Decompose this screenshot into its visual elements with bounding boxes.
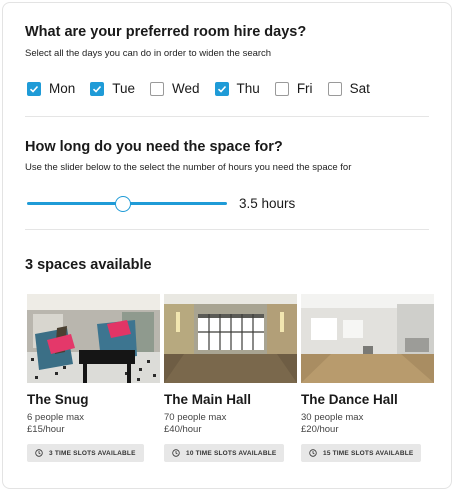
checkbox-thu[interactable] bbox=[214, 81, 229, 96]
space-capacity: 70 people max bbox=[164, 412, 227, 423]
duration-hint-wrap: Use the slider below to the select the n… bbox=[25, 162, 429, 173]
checkbox-mon[interactable] bbox=[27, 81, 41, 96]
results-title: 3 spaces available bbox=[25, 257, 152, 273]
hours-slider[interactable] bbox=[27, 196, 227, 212]
day-label-mon: Mon bbox=[49, 81, 76, 96]
day-label-thu: Thu bbox=[236, 81, 260, 96]
day-label-tue: Tue bbox=[112, 81, 136, 96]
day-option-thu[interactable]: Thu bbox=[214, 81, 260, 96]
slider-thumb[interactable] bbox=[115, 196, 131, 212]
days-title: What are your preferred room hire days? bbox=[25, 24, 307, 40]
slider-value-label: 3.5 hours bbox=[239, 196, 296, 211]
space-photo-snug[interactable] bbox=[27, 294, 160, 383]
days-section: What are your preferred room hire days? bbox=[25, 24, 429, 40]
space-name[interactable]: The Main Hall bbox=[164, 392, 297, 407]
checkbox-fri[interactable] bbox=[274, 81, 289, 96]
duration-hint: Use the slider below to the select the n… bbox=[25, 162, 352, 173]
checkbox-sat[interactable] bbox=[327, 81, 342, 96]
check-icon bbox=[29, 85, 39, 93]
time-slots-button[interactable]: 10 TIME SLOTS AVAILABLE bbox=[164, 444, 285, 462]
space-photo-dance-hall[interactable] bbox=[301, 294, 434, 383]
space-capacity: 30 people max bbox=[301, 412, 364, 423]
space-name[interactable]: The Dance Hall bbox=[301, 392, 434, 407]
results-header: 3 spaces available bbox=[25, 257, 429, 273]
day-option-sat[interactable]: Sat bbox=[327, 81, 370, 96]
checkbox-tue[interactable] bbox=[90, 81, 105, 96]
clock-icon bbox=[172, 449, 180, 457]
space-card-dance-hall[interactable]: The Dance Hall 30 people max £20/hour 15… bbox=[301, 294, 434, 462]
days-hint-wrap: Select all the days you can do in order … bbox=[25, 48, 429, 59]
day-label-wed: Wed bbox=[172, 81, 200, 96]
days-hint: Select all the days you can do in order … bbox=[25, 48, 272, 59]
check-icon bbox=[217, 85, 226, 93]
space-price: £15/hour bbox=[27, 424, 65, 435]
section-divider bbox=[25, 116, 429, 117]
space-card-main-hall[interactable]: The Main Hall 70 people max £40/hour 10 … bbox=[164, 294, 297, 462]
day-option-wed[interactable]: Wed bbox=[150, 81, 200, 96]
space-price: £40/hour bbox=[164, 424, 202, 435]
time-slots-button[interactable]: 15 TIME SLOTS AVAILABLE bbox=[301, 444, 422, 462]
space-capacity: 6 people max bbox=[27, 412, 85, 423]
space-photo-main-hall[interactable] bbox=[164, 294, 297, 383]
check-icon bbox=[93, 85, 102, 93]
checkbox-wed[interactable] bbox=[150, 81, 165, 96]
space-price: £20/hour bbox=[301, 424, 339, 435]
time-slots-label: 15 TIME SLOTS AVAILABLE bbox=[323, 449, 414, 457]
clock-icon bbox=[309, 449, 317, 457]
clock-icon bbox=[35, 449, 43, 457]
duration-section: How long do you need the space for? bbox=[25, 139, 429, 155]
search-card: What are your preferred room hire days? … bbox=[2, 2, 452, 489]
day-checkbox-group: Mon Tue Wed Thu Fri Sat bbox=[27, 81, 385, 96]
time-slots-button[interactable]: 3 TIME SLOTS AVAILABLE bbox=[27, 444, 144, 462]
spaces-list: The Snug 6 people max £15/hour 3 TIME SL… bbox=[27, 294, 438, 462]
day-option-tue[interactable]: Tue bbox=[90, 81, 135, 96]
day-label-fri: Fri bbox=[296, 81, 313, 96]
section-divider bbox=[25, 229, 429, 230]
day-option-mon[interactable]: Mon bbox=[27, 81, 75, 96]
duration-title: How long do you need the space for? bbox=[25, 139, 283, 155]
space-name[interactable]: The Snug bbox=[27, 392, 160, 407]
day-option-fri[interactable]: Fri bbox=[274, 81, 313, 96]
time-slots-label: 3 TIME SLOTS AVAILABLE bbox=[49, 449, 136, 457]
space-card-snug[interactable]: The Snug 6 people max £15/hour 3 TIME SL… bbox=[27, 294, 160, 462]
day-label-sat: Sat bbox=[349, 81, 370, 96]
time-slots-label: 10 TIME SLOTS AVAILABLE bbox=[186, 449, 277, 457]
